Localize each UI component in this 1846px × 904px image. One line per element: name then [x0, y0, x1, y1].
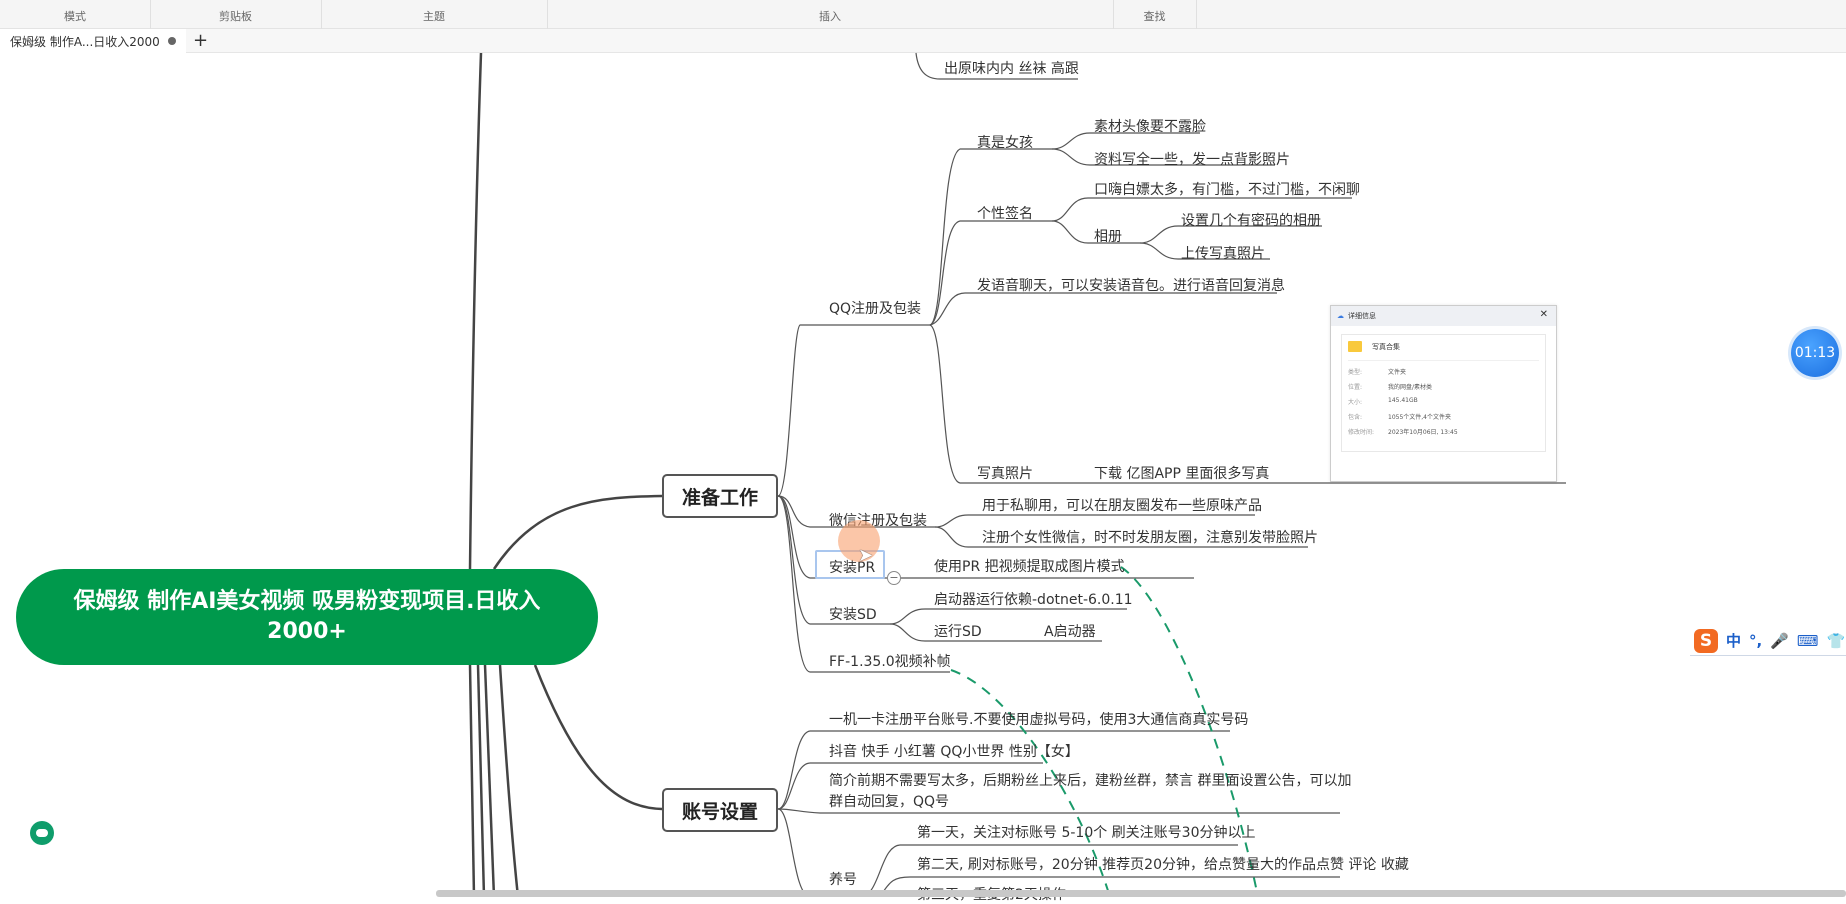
node-avatar[interactable]: 素材头像要不露脸: [1094, 116, 1206, 136]
node-album-upload[interactable]: 上传写真照片: [1181, 243, 1265, 263]
horizontal-scrollbar[interactable]: [436, 890, 1846, 897]
ime-chinese-toggle[interactable]: 中: [1726, 630, 1741, 651]
keyboard-icon[interactable]: ⌨: [1797, 632, 1819, 650]
detail-row: 类型: 文件夹: [1348, 369, 1407, 376]
close-icon[interactable]: ✕: [1540, 309, 1548, 320]
node-profile[interactable]: 资料写全一些，发一点背影照片: [1094, 149, 1290, 169]
dialog-title: 详细信息: [1348, 312, 1376, 320]
node-qq[interactable]: QQ注册及包装: [829, 298, 921, 318]
node-sd-2[interactable]: 运行SD: [934, 621, 982, 641]
folder-name: 写真合集: [1372, 342, 1400, 351]
topic-prep[interactable]: 准备工作: [662, 474, 778, 518]
mouse-pointer-icon: ➤: [858, 545, 874, 566]
node-photos-note[interactable]: 下载 亿图APP 里面很多写真: [1094, 463, 1269, 483]
node-wechat-2[interactable]: 注册个女性微信，时不时发朋友圈，注意别发带脸照片: [982, 527, 1318, 547]
node-raise-d1[interactable]: 第一天，关注对标账号 5-10个 刷关注账号30分钟以上: [917, 822, 1256, 842]
node-account-3a[interactable]: 简介前期不需要写太多，后期粉丝上来后，建粉丝群，禁言 群里面设置公告，可以加: [829, 770, 1351, 790]
sogou-logo-icon[interactable]: S: [1694, 628, 1718, 653]
connector: [498, 664, 520, 897]
relationship-dashed-line: [1120, 566, 1259, 897]
cloud-icon: ☁: [1337, 312, 1344, 320]
connector: [533, 664, 663, 811]
node-raise[interactable]: 养号: [829, 869, 857, 889]
node-voice[interactable]: 发语音聊天，可以安装语音包。进行语音回复消息: [977, 275, 1285, 295]
recording-timer[interactable]: 01:13: [1791, 329, 1839, 377]
connector: [929, 148, 1052, 326]
node-album-pw[interactable]: 设置几个有密码的相册: [1181, 210, 1321, 230]
node-photos[interactable]: 写真照片: [977, 463, 1033, 483]
detail-row: 修改时间: 2023年10月06日, 13:45: [1348, 429, 1458, 436]
connector: [929, 220, 1052, 326]
node-top-fragment[interactable]: 出原味内内 丝袜 高跟: [944, 58, 1079, 78]
connector: [929, 292, 1277, 326]
node-account-1[interactable]: 一机一卡注册平台账号.不要使用虚拟号码，使用3大通信商真实号码: [829, 709, 1248, 729]
detail-row: 位置: 我的网盘/素材类: [1348, 384, 1433, 391]
connector: [483, 664, 496, 897]
node-raise-d2[interactable]: 第二天, 刷对标账号，20分钟 推荐页20分钟，给点赞量大的作品点赞 评论 收藏: [917, 854, 1409, 874]
file-detail-popup: ☁ 详细信息 ✕ 写真合集 类型: 文件夹 位置: 我的网盘/素材类 大小: 145.41…: [1330, 305, 1557, 482]
node-no-chat[interactable]: 口嗨白嫖太多，有门槛，不过门槛，不闲聊: [1094, 179, 1360, 199]
node-pr-1[interactable]: 使用PR 把视频提取成图片模式: [934, 556, 1125, 576]
root-topic[interactable]: 保姆级 制作AI美女视频 吸男粉变现项目.日收入2000+: [16, 569, 598, 665]
node-account-3b[interactable]: 群自动回复，QQ号: [829, 791, 949, 811]
detail-row: 包含: 1055个文件,4个文件夹: [1348, 414, 1451, 421]
connector: [777, 808, 811, 897]
node-signature[interactable]: 个性签名: [977, 203, 1033, 223]
connector: [934, 514, 1255, 528]
folder-icon: [1348, 341, 1362, 352]
ime-punctuation-toggle[interactable]: °,: [1749, 632, 1762, 650]
node-ff[interactable]: FF-1.35.0视频补帧: [829, 651, 951, 671]
ime-toolbar: S 中 °, 🎤 ⌨ 👕: [1690, 626, 1846, 656]
connector: [468, 52, 483, 570]
microphone-icon[interactable]: 🎤: [1770, 632, 1789, 650]
connector: [777, 324, 930, 497]
node-account-2[interactable]: 抖音 快手 小红薯 QQ小世界 性别【女】: [829, 741, 1079, 761]
node-sd-3[interactable]: A启动器: [1044, 621, 1096, 641]
node-sd-1[interactable]: 启动器运行依赖-dotnet-6.0.11: [934, 589, 1133, 609]
detail-row: 大小: 145.41GB: [1348, 397, 1418, 406]
connector: [468, 664, 476, 897]
connector: [492, 494, 663, 570]
skin-icon[interactable]: 👕: [1827, 632, 1846, 650]
assistant-bot-icon[interactable]: [30, 821, 54, 845]
node-album[interactable]: 相册: [1094, 226, 1122, 246]
node-wechat-1[interactable]: 用于私聊用，可以在朋友圈发布一些原味产品: [982, 495, 1262, 515]
node-real-girl[interactable]: 真是女孩: [977, 132, 1033, 152]
mindmap-connectors: [468, 52, 1566, 897]
collapse-toggle[interactable]: −: [887, 571, 901, 585]
node-install-sd[interactable]: 安装SD: [829, 604, 877, 624]
connector: [476, 664, 486, 897]
topic-account[interactable]: 账号设置: [662, 788, 778, 832]
